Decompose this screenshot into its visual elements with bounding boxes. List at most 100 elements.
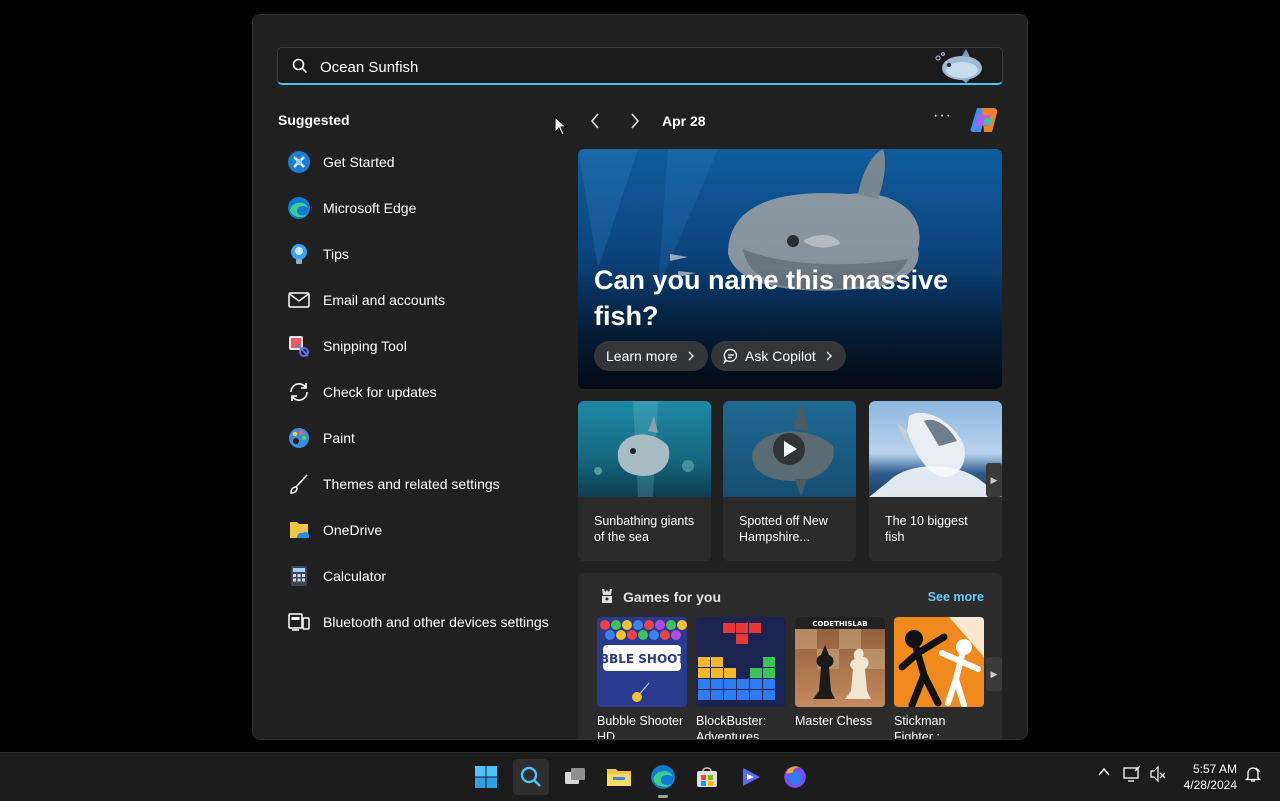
search-icon <box>292 58 308 79</box>
suggested-item-label: Snipping Tool <box>323 338 407 354</box>
copilot-icon[interactable] <box>969 105 999 140</box>
paint-palette-icon <box>287 426 311 450</box>
see-more-link[interactable]: See more <box>928 590 984 604</box>
suggested-item-label: Calculator <box>323 568 387 584</box>
highlights-nav: Apr 28 ··· <box>583 107 1003 135</box>
game-name: Bubble Shooter HD <box>597 714 684 740</box>
card-caption: Spotted off New Hampshire... <box>739 514 828 544</box>
suggested-item-label: Paint <box>323 430 355 446</box>
hero-card[interactable]: Can you name this massive fish? Learn mo… <box>578 149 1002 389</box>
get-started-icon <box>287 150 311 174</box>
suggested-item-label: Microsoft Edge <box>323 200 417 216</box>
suggested-item-label: Themes and related settings <box>323 476 500 492</box>
mail-icon <box>287 288 311 312</box>
snipping-tool-icon <box>287 334 311 358</box>
network-icon <box>1123 765 1141 782</box>
suggested-item-snipping-tool[interactable]: Snipping Tool <box>277 323 557 369</box>
taskbar-search-button[interactable] <box>513 759 549 795</box>
suggested-item-tips[interactable]: Tips <box>277 231 557 277</box>
sunfish-highlight-icon[interactable] <box>934 49 990 88</box>
brush-icon <box>287 472 311 496</box>
card-thumbnail <box>869 401 1002 497</box>
ask-copilot-button[interactable]: Ask Copilot <box>711 341 846 371</box>
card-caption: Sunbathing giants of the sea <box>594 514 695 544</box>
edge-icon <box>651 765 675 789</box>
learn-more-button[interactable]: Learn more <box>594 341 708 371</box>
suggested-item-label: Tips <box>323 246 349 262</box>
learn-more-label: Learn more <box>606 348 678 364</box>
devices-icon <box>287 610 311 634</box>
speaker-muted-icon <box>1150 765 1166 783</box>
running-indicator <box>658 795 668 798</box>
clipchamp-icon <box>743 768 760 786</box>
previous-day-button[interactable] <box>583 109 607 133</box>
start-button[interactable] <box>468 759 504 795</box>
windows-logo-icon <box>475 766 497 788</box>
task-view-button[interactable] <box>557 759 593 795</box>
card-thumbnail <box>578 401 711 497</box>
clock[interactable]: 5:57 AM 4/28/2024 <box>1184 761 1237 793</box>
game-tile[interactable]: BUBBLE SHOOTER Bubble Shooter HD <box>597 617 687 740</box>
games-heading: Games for you <box>623 589 722 605</box>
refresh-icon <box>287 380 311 404</box>
related-card[interactable]: Sunbathing giants of the sea <box>578 401 711 561</box>
suggested-item-calculator[interactable]: Calculator <box>277 553 557 599</box>
games-scroll-right-button[interactable]: ▶ <box>986 657 1002 691</box>
volume-button[interactable] <box>1149 765 1167 783</box>
store-button[interactable] <box>689 759 725 795</box>
game-tile[interactable]: CODETHISLAB Master Chess <box>795 617 885 729</box>
suggested-item-check-updates[interactable]: Check for updates <box>277 369 557 415</box>
related-card[interactable]: Spotted off New Hampshire... <box>723 401 856 561</box>
more-options-button[interactable]: ··· <box>933 107 952 125</box>
suggested-item-bluetooth[interactable]: Bluetooth and other devices settings <box>277 599 557 645</box>
chevron-up-icon <box>1098 767 1110 776</box>
game-name: Master Chess <box>795 714 873 728</box>
related-card[interactable]: The 10 biggest fish <box>869 401 1002 561</box>
chat-bubble-icon <box>723 348 738 364</box>
game-thumbnail <box>894 617 984 707</box>
game-tile[interactable]: BlockBuster: Adventures ... <box>696 617 786 739</box>
file-explorer-button[interactable] <box>601 759 637 795</box>
suggested-heading: Suggested <box>278 112 350 128</box>
game-name: Stickman Fighter : Mega... <box>894 714 946 740</box>
network-status-button[interactable] <box>1123 765 1141 783</box>
game-tile[interactable]: Stickman Fighter : Mega... <box>894 617 984 740</box>
ask-copilot-label: Ask Copilot <box>745 348 816 364</box>
cards-scroll-right-button[interactable]: ▶ <box>986 463 1002 497</box>
suggested-item-get-started[interactable]: Get Started <box>277 139 557 185</box>
notifications-button[interactable] <box>1244 765 1262 783</box>
highlights-date: Apr 28 <box>662 113 706 129</box>
search-input[interactable] <box>318 55 882 79</box>
chevron-right-icon <box>631 113 640 129</box>
suggested-item-label: OneDrive <box>323 522 383 538</box>
firefox-button[interactable] <box>777 759 813 795</box>
games-section: Games for you See more BUBBLE SHOOTER Bu… <box>578 573 1002 740</box>
suggested-item-label: Email and accounts <box>323 292 446 308</box>
card-caption: The 10 biggest fish <box>885 514 968 544</box>
suggested-item-onedrive[interactable]: OneDrive <box>277 507 557 553</box>
suggested-list: Get Started Microsoft Edge Tips Email an… <box>277 139 557 645</box>
show-hidden-icons-button[interactable] <box>1097 765 1111 779</box>
clipchamp-button[interactable] <box>733 759 769 795</box>
game-thumbnail: CODETHISLAB <box>795 617 885 707</box>
suggested-item-themes[interactable]: Themes and related settings <box>277 461 557 507</box>
suggested-item-label: Get Started <box>323 154 395 170</box>
games-icon <box>598 587 616 610</box>
notification-bell-icon <box>1244 767 1262 782</box>
mouse-cursor-icon <box>554 116 568 136</box>
game-logo-text: CODETHISLAB <box>812 620 867 628</box>
edge-taskbar-button[interactable] <box>645 759 681 795</box>
chevron-right-icon <box>688 351 694 361</box>
calculator-icon <box>287 564 311 588</box>
file-explorer-icon <box>607 769 631 786</box>
next-day-button[interactable] <box>623 109 647 133</box>
search-panel: Suggested Get Started Microsoft Edge Tip… <box>252 14 1028 740</box>
chevron-left-icon <box>590 113 599 129</box>
search-box[interactable] <box>277 47 1003 85</box>
clock-date: 4/28/2024 <box>1183 778 1237 792</box>
hero-title: Can you name this massive fish? <box>594 265 949 331</box>
suggested-item-paint[interactable]: Paint <box>277 415 557 461</box>
suggested-item-microsoft-edge[interactable]: Microsoft Edge <box>277 185 557 231</box>
suggested-item-email[interactable]: Email and accounts <box>277 277 557 323</box>
game-thumbnail: BUBBLE SHOOTER <box>597 617 687 707</box>
